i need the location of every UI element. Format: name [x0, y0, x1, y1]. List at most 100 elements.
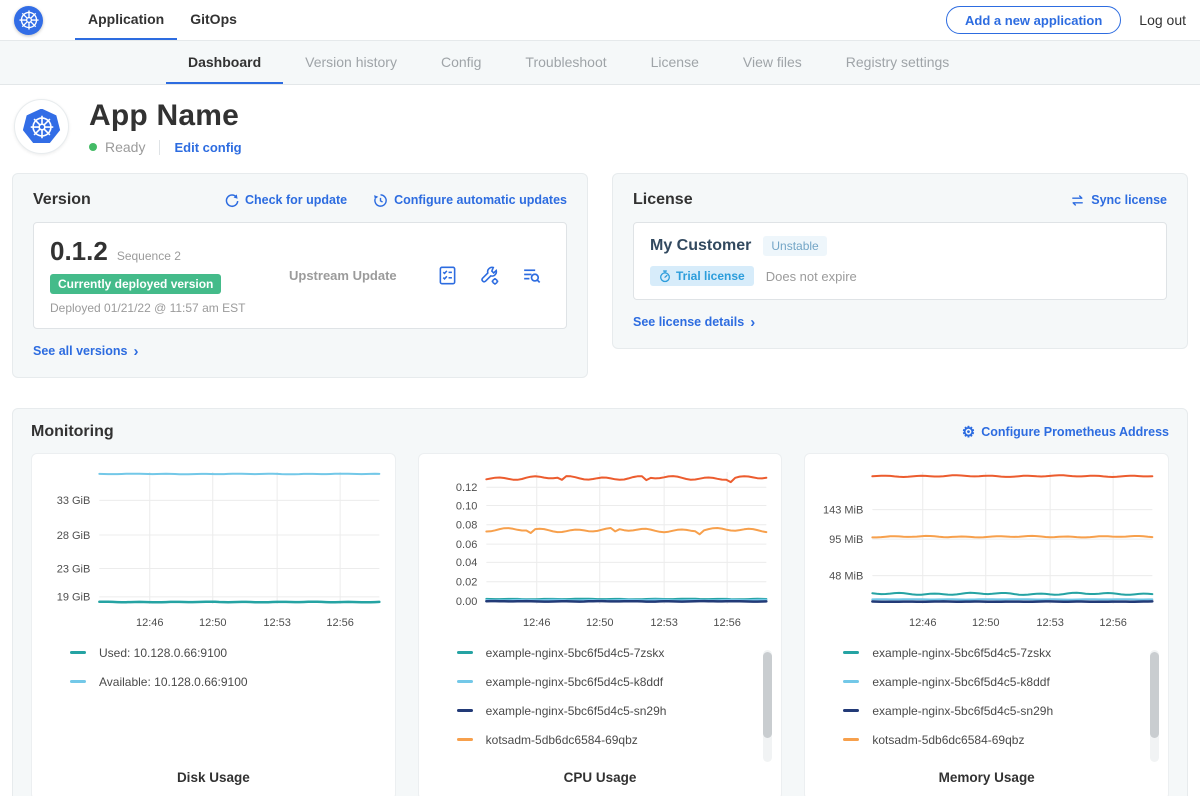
license-card-title: License: [633, 191, 693, 209]
chart-title: Memory Usage: [813, 770, 1160, 785]
customer-name: My Customer: [650, 237, 751, 255]
svg-text:12:50: 12:50: [586, 617, 614, 629]
legend-label: example-nginx-5bc6f5d4c5-k8ddf: [872, 675, 1049, 689]
logout-button[interactable]: Log out: [1139, 12, 1186, 28]
legend-item: Available: 10.128.0.66:9100: [70, 673, 387, 690]
version-source-label: Upstream Update: [289, 268, 397, 283]
svg-text:33 GiB: 33 GiB: [57, 495, 91, 507]
svg-text:19 GiB: 19 GiB: [57, 592, 91, 604]
svg-text:143 MiB: 143 MiB: [823, 504, 863, 516]
legend-color-dash: [457, 709, 473, 712]
legend-color-dash: [70, 680, 86, 683]
tab-version-history[interactable]: Version history: [283, 41, 419, 84]
legend-scrollbar-thumb[interactable]: [763, 652, 772, 738]
gear-icon: ⚙: [962, 425, 975, 440]
channel-badge: Unstable: [763, 236, 826, 256]
edit-config-link[interactable]: Edit config: [174, 140, 241, 155]
version-sequence: Sequence 2: [117, 249, 181, 263]
legend-label: example-nginx-5bc6f5d4c5-sn29h: [486, 704, 667, 718]
legend-item: example-nginx-5bc6f5d4c5-7zskx: [843, 644, 1160, 661]
cpu-usage-chart-card: 0.120.100.080.060.040.020.0012:4612:5012…: [418, 453, 783, 796]
svg-text:12:46: 12:46: [523, 617, 551, 629]
legend-item: example-nginx-5bc6f5d4c5-7zskx: [457, 644, 774, 661]
tab-config[interactable]: Config: [419, 41, 503, 84]
page-title: App Name: [89, 99, 242, 133]
stopwatch-icon: [659, 270, 671, 283]
config-wrench-icon[interactable]: [479, 265, 500, 286]
version-card: Version Check for update Configure autom…: [12, 173, 588, 378]
svg-text:0.08: 0.08: [456, 520, 477, 532]
legend-item: kotsadm-5db6dc6584-69qbz: [457, 731, 774, 748]
version-number: 0.1.2: [50, 236, 108, 267]
legend-label: kotsadm-5db6dc6584-69qbz: [486, 733, 638, 747]
svg-text:0.00: 0.00: [456, 596, 477, 608]
configure-automatic-updates-link[interactable]: Configure automatic updates: [373, 193, 567, 208]
svg-text:12:53: 12:53: [263, 617, 291, 629]
svg-text:12:46: 12:46: [136, 617, 164, 629]
svg-text:28 GiB: 28 GiB: [57, 530, 91, 542]
svg-text:95 MiB: 95 MiB: [829, 534, 863, 546]
deployed-timestamp: Deployed 01/21/22 @ 11:57 am EST: [50, 301, 275, 315]
top-nav: Application GitOps Add a new application…: [0, 0, 1200, 41]
see-all-versions-link[interactable]: See all versions ›: [33, 344, 139, 359]
svg-text:0.12: 0.12: [456, 482, 477, 494]
legend-label: Used: 10.128.0.66:9100: [99, 646, 227, 660]
configure-prometheus-link[interactable]: ⚙ Configure Prometheus Address: [962, 425, 1169, 440]
legend-color-dash: [70, 651, 86, 654]
tab-registry-settings[interactable]: Registry settings: [824, 41, 971, 84]
sync-arrows-icon: [1070, 193, 1085, 208]
legend-item: example-nginx-5bc6f5d4c5-k8ddf: [457, 673, 774, 690]
check-for-update-link[interactable]: Check for update: [224, 193, 347, 208]
svg-text:48 MiB: 48 MiB: [829, 570, 863, 582]
chart-title: Disk Usage: [40, 770, 387, 785]
tab-license[interactable]: License: [629, 41, 721, 84]
sync-license-link[interactable]: Sync license: [1070, 193, 1167, 208]
svg-text:12:53: 12:53: [650, 617, 678, 629]
chevron-right-icon: ›: [134, 344, 139, 359]
legend-item: kotsadm-5db6dc6584-69qbz: [843, 731, 1160, 748]
svg-text:12:50: 12:50: [199, 617, 227, 629]
chart-legend: Used: 10.128.0.66:9100 Available: 10.128.…: [70, 644, 387, 770]
preflight-checks-icon[interactable]: [437, 265, 458, 286]
see-license-details-link[interactable]: See license details ›: [633, 315, 755, 330]
svg-text:0.06: 0.06: [456, 539, 477, 551]
legend-item: example-nginx-5bc6f5d4c5-k8ddf: [843, 673, 1160, 690]
legend-label: example-nginx-5bc6f5d4c5-sn29h: [872, 704, 1053, 718]
legend-scrollbar[interactable]: [763, 650, 772, 762]
chart-legend: example-nginx-5bc6f5d4c5-7zskx example-ng…: [457, 644, 774, 770]
svg-text:12:53: 12:53: [1037, 617, 1065, 629]
status-badge: Ready: [105, 139, 145, 155]
tab-view-files[interactable]: View files: [721, 41, 824, 84]
divider: [159, 140, 160, 155]
view-logs-icon[interactable]: [521, 265, 542, 286]
legend-scrollbar-thumb[interactable]: [1150, 652, 1159, 738]
disk-usage-plot: 33 GiB28 GiB23 GiB19 GiB12:4612:5012:531…: [40, 464, 387, 636]
svg-text:0.04: 0.04: [456, 557, 477, 569]
trial-license-badge: Trial license: [650, 266, 754, 286]
legend-scrollbar[interactable]: [1150, 650, 1159, 762]
cpu-usage-plot: 0.120.100.080.060.040.020.0012:4612:5012…: [427, 464, 774, 636]
add-new-application-button[interactable]: Add a new application: [946, 6, 1121, 34]
svg-text:12:46: 12:46: [909, 617, 937, 629]
legend-color-dash: [843, 680, 859, 683]
legend-color-dash: [457, 738, 473, 741]
memory-usage-plot: 143 MiB95 MiB48 MiB12:4612:5012:5312:56: [813, 464, 1160, 636]
kubernetes-heptagon-icon: [23, 109, 61, 145]
monitoring-section: Monitoring ⚙ Configure Prometheus Addres…: [12, 408, 1188, 796]
kubernetes-logo-icon: [14, 6, 43, 35]
legend-color-dash: [843, 709, 859, 712]
license-card: License Sync license My Customer Unstabl…: [612, 173, 1188, 349]
brand-logo[interactable]: [14, 0, 43, 40]
app-logo: [14, 99, 69, 154]
memory-usage-chart-card: 143 MiB95 MiB48 MiB12:4612:5012:5312:56 …: [804, 453, 1169, 796]
top-tab-gitops[interactable]: GitOps: [177, 0, 250, 40]
tab-troubleshoot[interactable]: Troubleshoot: [503, 41, 628, 84]
svg-text:23 GiB: 23 GiB: [57, 563, 91, 575]
legend-color-dash: [843, 738, 859, 741]
app-sub-nav: Dashboard Version history Config Trouble…: [0, 41, 1200, 85]
legend-item: example-nginx-5bc6f5d4c5-sn29h: [457, 702, 774, 719]
tab-dashboard[interactable]: Dashboard: [166, 41, 283, 84]
legend-color-dash: [843, 651, 859, 654]
top-tab-application[interactable]: Application: [75, 0, 177, 40]
disk-usage-chart-card: 33 GiB28 GiB23 GiB19 GiB12:4612:5012:531…: [31, 453, 396, 796]
